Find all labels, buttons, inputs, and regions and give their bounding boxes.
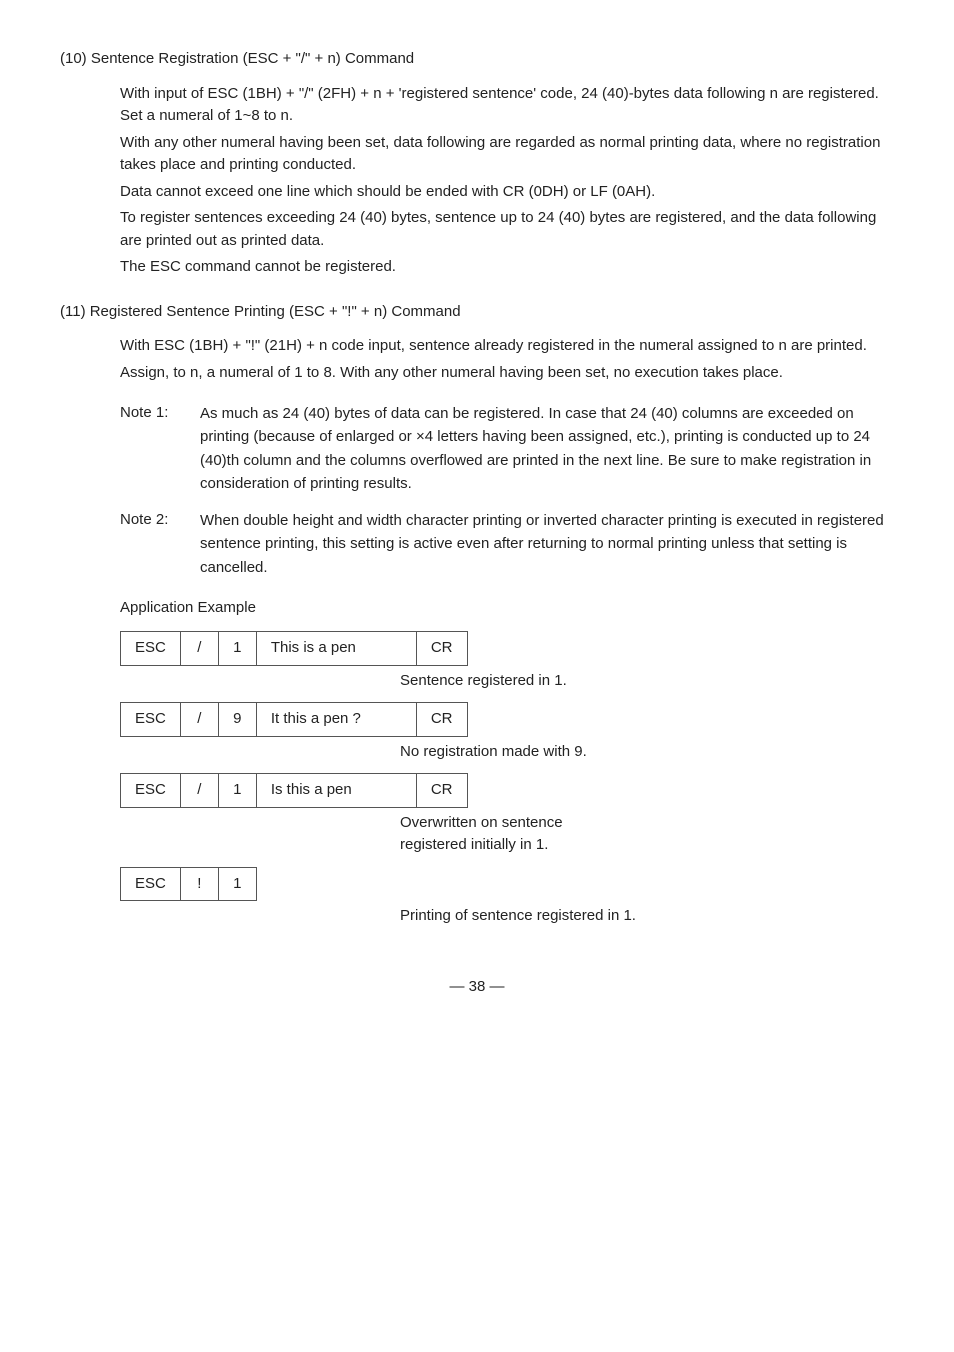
application-example: Application Example ESC/1This is a penCR… bbox=[120, 597, 894, 928]
app-ex-rows: ESC/1This is a penCRSentence registered … bbox=[120, 631, 894, 928]
app-row-2: ESC/9It this a pen ?CR No registration ma… bbox=[120, 702, 894, 763]
section-10-paragraph: With input of ESC (1BH) + "/" (2FH) + n … bbox=[120, 83, 894, 128]
row-note-1: Sentence registered in 1. bbox=[400, 670, 894, 693]
row-note-4: Printing of sentence registered in 1. bbox=[400, 905, 894, 928]
cell-1-5: CR bbox=[416, 632, 467, 666]
note-1-label: Note 1: bbox=[120, 402, 200, 495]
section-10-paragraph: Data cannot exceed one line which should… bbox=[120, 181, 894, 204]
cell-4-0: ESC bbox=[121, 867, 181, 901]
section-11-paragraph: With ESC (1BH) + "!" (21H) + n code inpu… bbox=[120, 335, 894, 358]
cell-2-3: It this a pen ? bbox=[256, 703, 416, 737]
section-10-body: With input of ESC (1BH) + "/" (2FH) + n … bbox=[120, 83, 894, 279]
cell-4-1: ! bbox=[180, 867, 218, 901]
cmd-table-4: ESC!1 bbox=[120, 867, 257, 902]
section-10-paragraph: The ESC command cannot be registered. bbox=[120, 256, 894, 279]
cell-2-5: CR bbox=[416, 703, 467, 737]
cell-1-3: This is a pen bbox=[256, 632, 416, 666]
cell-3-5: CR bbox=[416, 774, 467, 808]
note-2-label: Note 2: bbox=[120, 509, 200, 579]
cell-3-0: ESC bbox=[121, 774, 181, 808]
section-11: (11) Registered Sentence Printing (ESC +… bbox=[60, 301, 894, 579]
cell-1-0: ESC bbox=[121, 632, 181, 666]
section-10-title: (10) Sentence Registration (ESC + "/" + … bbox=[60, 48, 894, 71]
row-note-2: No registration made with 9. bbox=[400, 741, 894, 764]
cell-3-2: 1 bbox=[218, 774, 256, 808]
cell-4-2: 1 bbox=[218, 867, 256, 901]
section-10: (10) Sentence Registration (ESC + "/" + … bbox=[60, 48, 894, 279]
section-11-body: With ESC (1BH) + "!" (21H) + n code inpu… bbox=[120, 335, 894, 384]
section-10-paragraph: With any other numeral having been set, … bbox=[120, 132, 894, 177]
section-11-title: (11) Registered Sentence Printing (ESC +… bbox=[60, 301, 894, 324]
row-note-3: Overwritten on sentence registered initi… bbox=[400, 812, 894, 857]
app-row-3: ESC/1Is this a penCR Overwritten on sente… bbox=[120, 773, 894, 857]
section-11-paragraph: Assign, to n, a numeral of 1 to 8. With … bbox=[120, 362, 894, 385]
cell-1-2: 1 bbox=[218, 632, 256, 666]
section-10-paragraph: To register sentences exceeding 24 (40) … bbox=[120, 207, 894, 252]
cell-1-1: / bbox=[180, 632, 218, 666]
cmd-table-2: ESC/9It this a pen ?CR bbox=[120, 702, 468, 737]
app-row-1: ESC/1This is a penCR Sentence registered … bbox=[120, 631, 894, 692]
note-1-text: As much as 24 (40) bytes of data can be … bbox=[200, 402, 894, 495]
page-number: — 38 — bbox=[449, 978, 504, 995]
cmd-table-3: ESC/1Is this a penCR bbox=[120, 773, 468, 808]
page-footer: — 38 — bbox=[60, 976, 894, 999]
note-2-text: When double height and width character p… bbox=[200, 509, 894, 579]
cell-3-3: Is this a pen bbox=[256, 774, 416, 808]
note-2: Note 2:When double height and width char… bbox=[120, 509, 894, 579]
app-ex-title: Application Example bbox=[120, 597, 894, 620]
cell-2-1: / bbox=[180, 703, 218, 737]
section-11-notes: Note 1:As much as 24 (40) bytes of data … bbox=[120, 402, 894, 579]
note-1: Note 1:As much as 24 (40) bytes of data … bbox=[120, 402, 894, 495]
cmd-table-1: ESC/1This is a penCR bbox=[120, 631, 468, 666]
cell-2-0: ESC bbox=[121, 703, 181, 737]
cell-2-2: 9 bbox=[218, 703, 256, 737]
cell-3-1: / bbox=[180, 774, 218, 808]
app-row-4: ESC!1 Printing of sentence registered in … bbox=[120, 867, 894, 928]
